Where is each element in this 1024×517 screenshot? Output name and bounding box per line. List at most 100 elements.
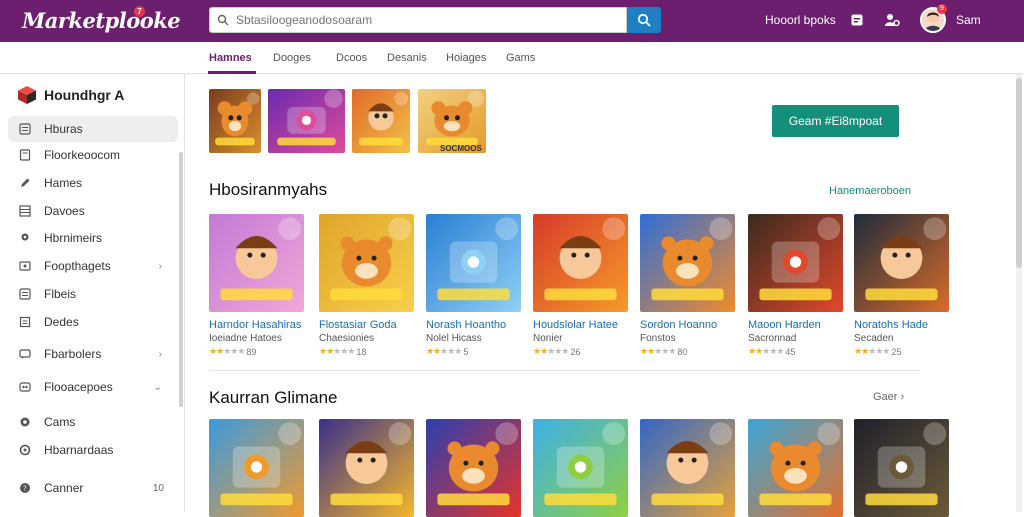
star-rating-icon: ★★★★★ xyxy=(209,346,245,356)
game-title[interactable]: Maoon Harden xyxy=(748,319,843,331)
sidebar-item-floorkeoocom[interactable]: Floorkeoocom xyxy=(8,142,178,168)
sidebar-item-label: Flooacepoes xyxy=(44,380,113,394)
sidebar-item-davoes[interactable]: Davoes xyxy=(8,198,178,224)
sidebar: Houndhgr A Hburas Floorkeoocom Hames Davoes… xyxy=(0,74,185,512)
game-thumbnail[interactable] xyxy=(319,214,414,312)
search-box[interactable] xyxy=(209,7,627,33)
top-bar: Marketplooke 7 Hooorl bpoks 9 Sam xyxy=(0,0,1024,42)
game-card[interactable] xyxy=(640,419,735,517)
sidebar-item-foopthagets[interactable]: Foopthagets › xyxy=(8,253,178,279)
sidebar-item-hburas[interactable]: Hburas xyxy=(8,116,178,142)
game-thumbnail[interactable] xyxy=(748,419,843,517)
sidebar-item-cams[interactable]: Cams xyxy=(8,409,178,435)
game-thumbnail[interactable] xyxy=(854,214,949,312)
tab-hoiages[interactable]: Hoiages xyxy=(446,52,486,64)
notification-badge: 9 xyxy=(937,4,947,14)
sidebar-item-hbarnardaas[interactable]: Hbarnardaas xyxy=(8,437,178,463)
game-publisher: Chaesionies xyxy=(319,333,375,344)
game-card[interactable] xyxy=(854,419,949,517)
game-thumbnail[interactable] xyxy=(426,214,521,312)
sidebar-item-label: Davoes xyxy=(44,204,85,218)
game-card[interactable] xyxy=(319,419,414,517)
sidebar-item-hames[interactable]: Hames xyxy=(8,170,178,196)
game-rating: ★★★★★ 80 xyxy=(640,346,735,357)
tab-desanis[interactable]: Desanis xyxy=(387,52,427,64)
game-title[interactable]: Sordon Hoanno xyxy=(640,319,735,331)
sidebar-scrollbar[interactable] xyxy=(179,152,183,407)
game-card[interactable] xyxy=(748,419,843,517)
rating-count: 25 xyxy=(891,346,902,357)
tab-hamnes[interactable]: Hamnes xyxy=(209,52,252,64)
pencil-icon xyxy=(18,176,32,190)
tab-gams[interactable]: Gams xyxy=(506,52,535,64)
game-card[interactable]: Norash Hoantho Nolel Hicass ★★★★★ 5 xyxy=(426,214,521,357)
game-card[interactable]: Maoon Harden Sacronnad ★★★★★ 45 xyxy=(748,214,843,357)
section-see-all-link[interactable]: Gaer › xyxy=(873,391,904,403)
page-scrollbar[interactable] xyxy=(1016,74,1022,512)
chat-icon xyxy=(18,347,32,361)
game-thumbnail[interactable] xyxy=(319,419,414,517)
search-button[interactable] xyxy=(627,7,661,33)
cta-button[interactable]: Geam #Ei8mpoat xyxy=(772,105,899,137)
game-title[interactable]: Noratohs Hade xyxy=(854,319,949,331)
game-card[interactable] xyxy=(426,419,521,517)
section-title: Kaurran Glimane xyxy=(209,388,338,407)
section-see-all-link[interactable]: Hanemaeroboen xyxy=(829,185,911,197)
game-thumbnail[interactable] xyxy=(533,419,628,517)
sidebar-item-flbeis[interactable]: Flbeis xyxy=(8,281,178,307)
game-card[interactable]: Flostasiar Goda Chaesionies ★★★★★ 18 xyxy=(319,214,414,357)
search-input[interactable] xyxy=(236,13,616,27)
game-rating: ★★★★★ 18 xyxy=(319,346,414,357)
game-publisher: Secaden xyxy=(854,333,894,344)
sidebar-item-flooacepoes[interactable]: Flooacepoes ⌄ xyxy=(8,374,178,400)
sidebar-item-dedes[interactable]: Dedes xyxy=(8,309,178,335)
promo-tile[interactable] xyxy=(209,89,261,153)
user-settings-icon[interactable] xyxy=(884,12,900,28)
rating-count: 26 xyxy=(570,346,581,357)
app-logo[interactable]: Marketplooke xyxy=(22,8,181,33)
active-tab-indicator xyxy=(208,71,256,74)
sidebar-item-canner[interactable]: ? Canner 10 xyxy=(8,475,178,501)
game-title[interactable]: Houdslolar Hatee xyxy=(533,319,628,331)
game-card[interactable]: Harndor Hasahiras Ioeiadne Hatoes ★★★★★ 89 xyxy=(209,214,304,357)
game-title[interactable]: Flostasiar Goda xyxy=(319,319,414,331)
game-thumbnail[interactable] xyxy=(209,214,304,312)
game-thumbnail[interactable] xyxy=(640,419,735,517)
game-card[interactable]: Noratohs Hade Secaden ★★★★★ 25 xyxy=(854,214,949,357)
game-rating: ★★★★★ 25 xyxy=(854,346,949,357)
game-thumbnail[interactable] xyxy=(426,419,521,517)
top-link[interactable]: Hooorl bpoks xyxy=(765,13,836,27)
game-publisher: Sacronnad xyxy=(748,333,797,344)
chevron-icon[interactable]: › xyxy=(159,349,162,360)
game-thumbnail[interactable] xyxy=(854,419,949,517)
promo-tile[interactable] xyxy=(352,89,410,153)
user-name[interactable]: Sam xyxy=(956,13,981,27)
game-publisher: Fonstos xyxy=(640,333,676,344)
pin-icon xyxy=(18,231,32,245)
sidebar-item-label: Hames xyxy=(44,176,83,190)
search-icon xyxy=(210,14,236,26)
sidebar-title: Houndhgr A xyxy=(44,87,125,103)
game-card[interactable] xyxy=(209,419,304,517)
game-card[interactable] xyxy=(533,419,628,517)
game-thumbnail[interactable] xyxy=(533,214,628,312)
sidebar-header[interactable]: Houndhgr A xyxy=(16,84,124,106)
game-title[interactable]: Harndor Hasahiras xyxy=(209,319,304,331)
game-card[interactable]: Houdslolar Hatee Nonier ★★★★★ 26 xyxy=(533,214,628,357)
chevron-icon[interactable]: › xyxy=(159,261,162,272)
game-thumbnail[interactable] xyxy=(209,419,304,517)
chevron-icon[interactable]: ⌄ xyxy=(154,382,162,393)
tab-dooges[interactable]: Dooges xyxy=(273,52,311,64)
sidebar-item-fbarbolers[interactable]: Fbarbolers › xyxy=(8,341,178,367)
search-icon xyxy=(637,13,651,27)
promo-tile[interactable] xyxy=(268,89,345,153)
game-thumbnail[interactable] xyxy=(748,214,843,312)
notes-icon[interactable] xyxy=(849,12,865,28)
game-card[interactable]: Sordon Hoanno Fonstos ★★★★★ 80 xyxy=(640,214,735,357)
help-icon: ? xyxy=(18,481,32,495)
list-icon xyxy=(18,287,32,301)
game-title[interactable]: Norash Hoantho xyxy=(426,319,521,331)
game-thumbnail[interactable] xyxy=(640,214,735,312)
sidebar-item-hbrnimeirs[interactable]: Hbrnimeirs xyxy=(8,225,178,251)
tab-dcoos[interactable]: Dcoos xyxy=(336,52,367,64)
